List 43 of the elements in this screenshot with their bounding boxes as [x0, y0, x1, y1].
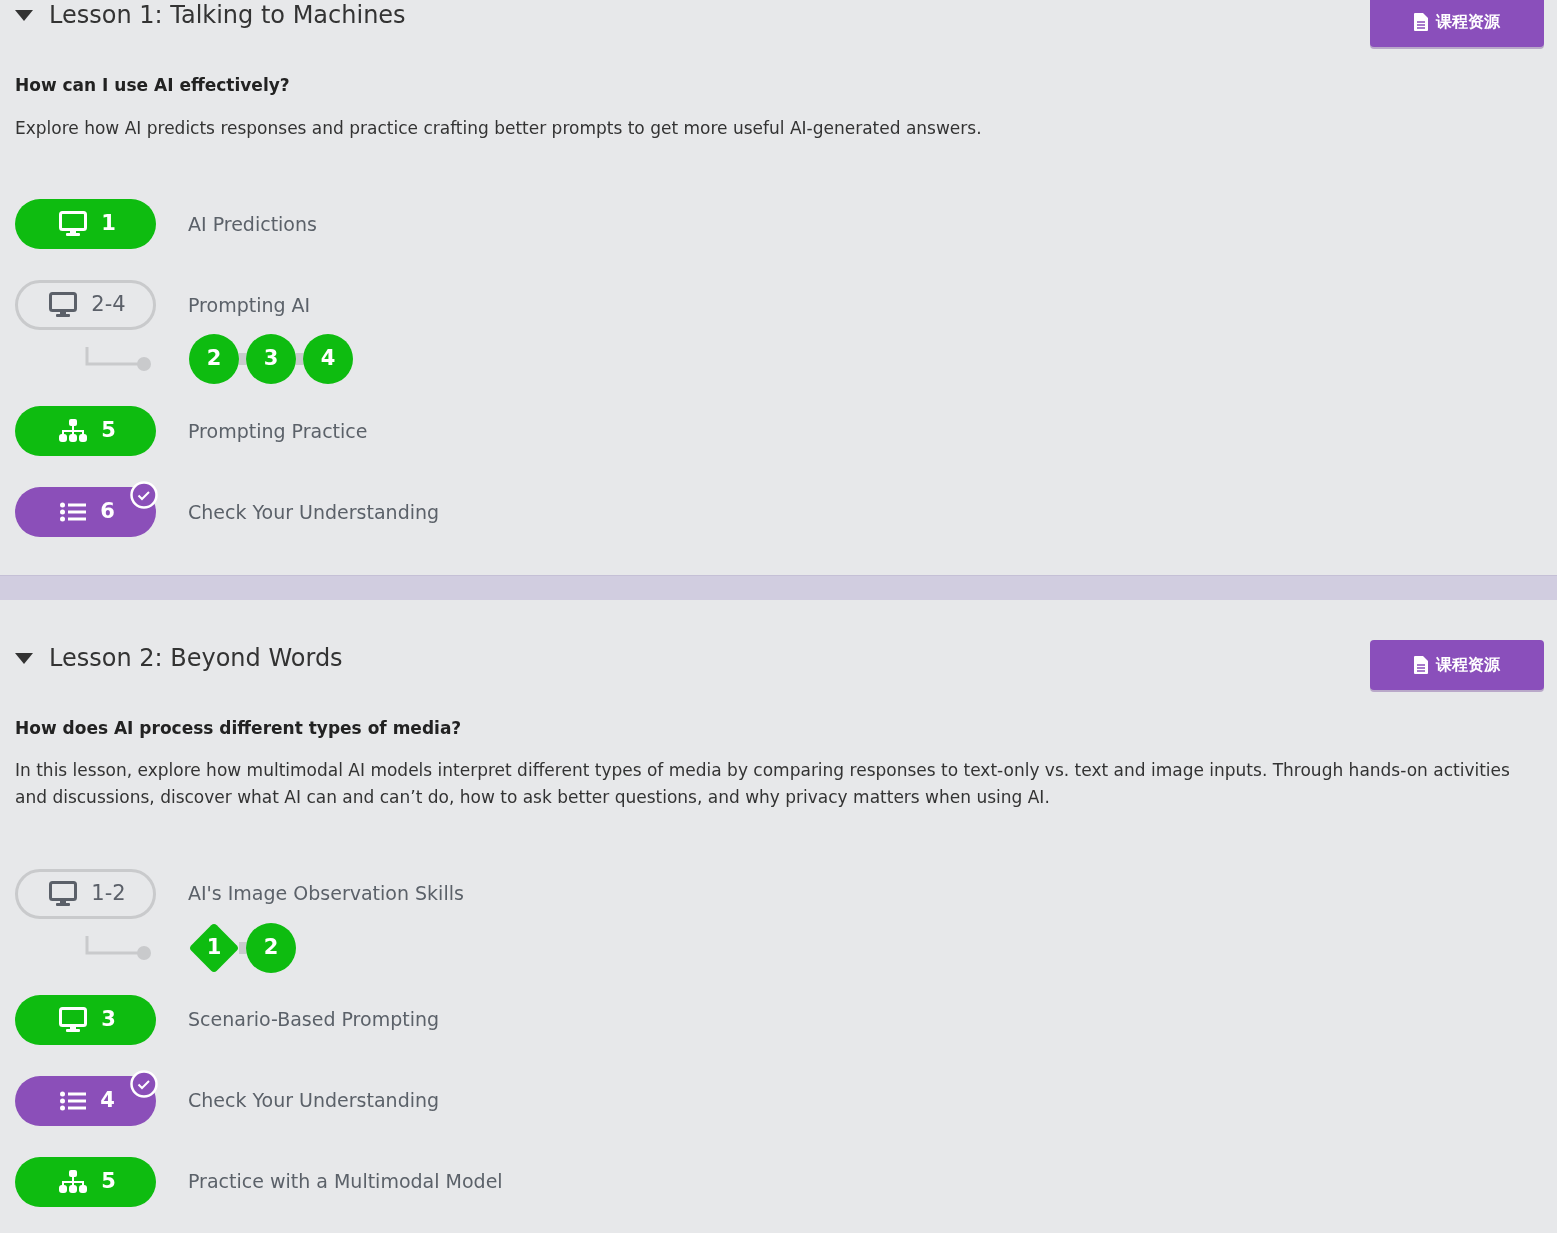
level-button[interactable]: 5	[15, 406, 156, 456]
lesson-question: How does AI process different types of media?	[15, 716, 463, 740]
level-button[interactable]: 1	[15, 199, 156, 249]
list-icon	[60, 1090, 87, 1111]
level-title: AI's Image Observation Skills	[188, 881, 464, 907]
level-title: AI Predictions	[188, 211, 317, 237]
lesson-question: How can I use AI effectively?	[15, 74, 291, 97]
monitor-icon	[49, 880, 78, 907]
sublevel-button[interactable]: 2	[246, 922, 296, 973]
lesson-description: In this lesson, explore how multimodal AI models interpret different types of media by comparing responses to text-only vs. text and image inputs. Through hands-on activities and discussions, discover what AI can and can’t do, how to ask better questions, and why privacy matters when using AI.	[15, 759, 1511, 809]
lesson-title: Lesson 2: Beyond Words	[49, 643, 343, 673]
document-icon	[1414, 13, 1428, 31]
sublevel-button[interactable]: 3	[246, 334, 296, 384]
monitor-icon	[49, 292, 78, 318]
caret-icon[interactable]	[15, 9, 33, 22]
caret-icon[interactable]	[15, 651, 33, 664]
level-button[interactable]: 5	[15, 1156, 156, 1207]
level-title: Prompting Practice	[188, 418, 368, 444]
monitor-icon	[59, 1006, 88, 1033]
hierarchy-icon	[59, 419, 88, 443]
sublevel-button[interactable]: 2	[189, 334, 239, 384]
level-title: Prompting AI	[188, 292, 311, 318]
level-title: Check Your Understanding	[188, 499, 440, 525]
level-button[interactable]: 4	[15, 1075, 156, 1126]
level-button[interactable]: 1-2	[15, 868, 156, 919]
sublevel-button[interactable]: 4	[303, 334, 353, 384]
resources-button[interactable]: 课程资源	[1370, 0, 1544, 47]
level-button[interactable]: 2-4	[15, 280, 156, 330]
connector-line	[85, 935, 151, 960]
monitor-icon	[59, 211, 88, 237]
level-button[interactable]: 3	[15, 994, 156, 1045]
level-button[interactable]: 6	[15, 487, 156, 537]
sublevel-button[interactable]: 1	[189, 922, 239, 973]
level-title: Check Your Understanding	[188, 1088, 440, 1114]
resources-button[interactable]: 课程资源	[1370, 639, 1544, 690]
list-icon	[60, 502, 87, 522]
document-icon	[1414, 655, 1428, 674]
hierarchy-icon	[59, 1169, 88, 1194]
lesson-description: Explore how AI predicts responses and practice crafting better prompts to get more useful AI-generated answers.	[15, 116, 983, 140]
level-title: Scenario-Based Prompting	[188, 1007, 440, 1033]
lesson-title: Lesson 1: Talking to Machines	[49, 1, 406, 30]
connector-line	[85, 347, 151, 371]
level-title: Practice with a Multimodal Model	[188, 1169, 503, 1195]
